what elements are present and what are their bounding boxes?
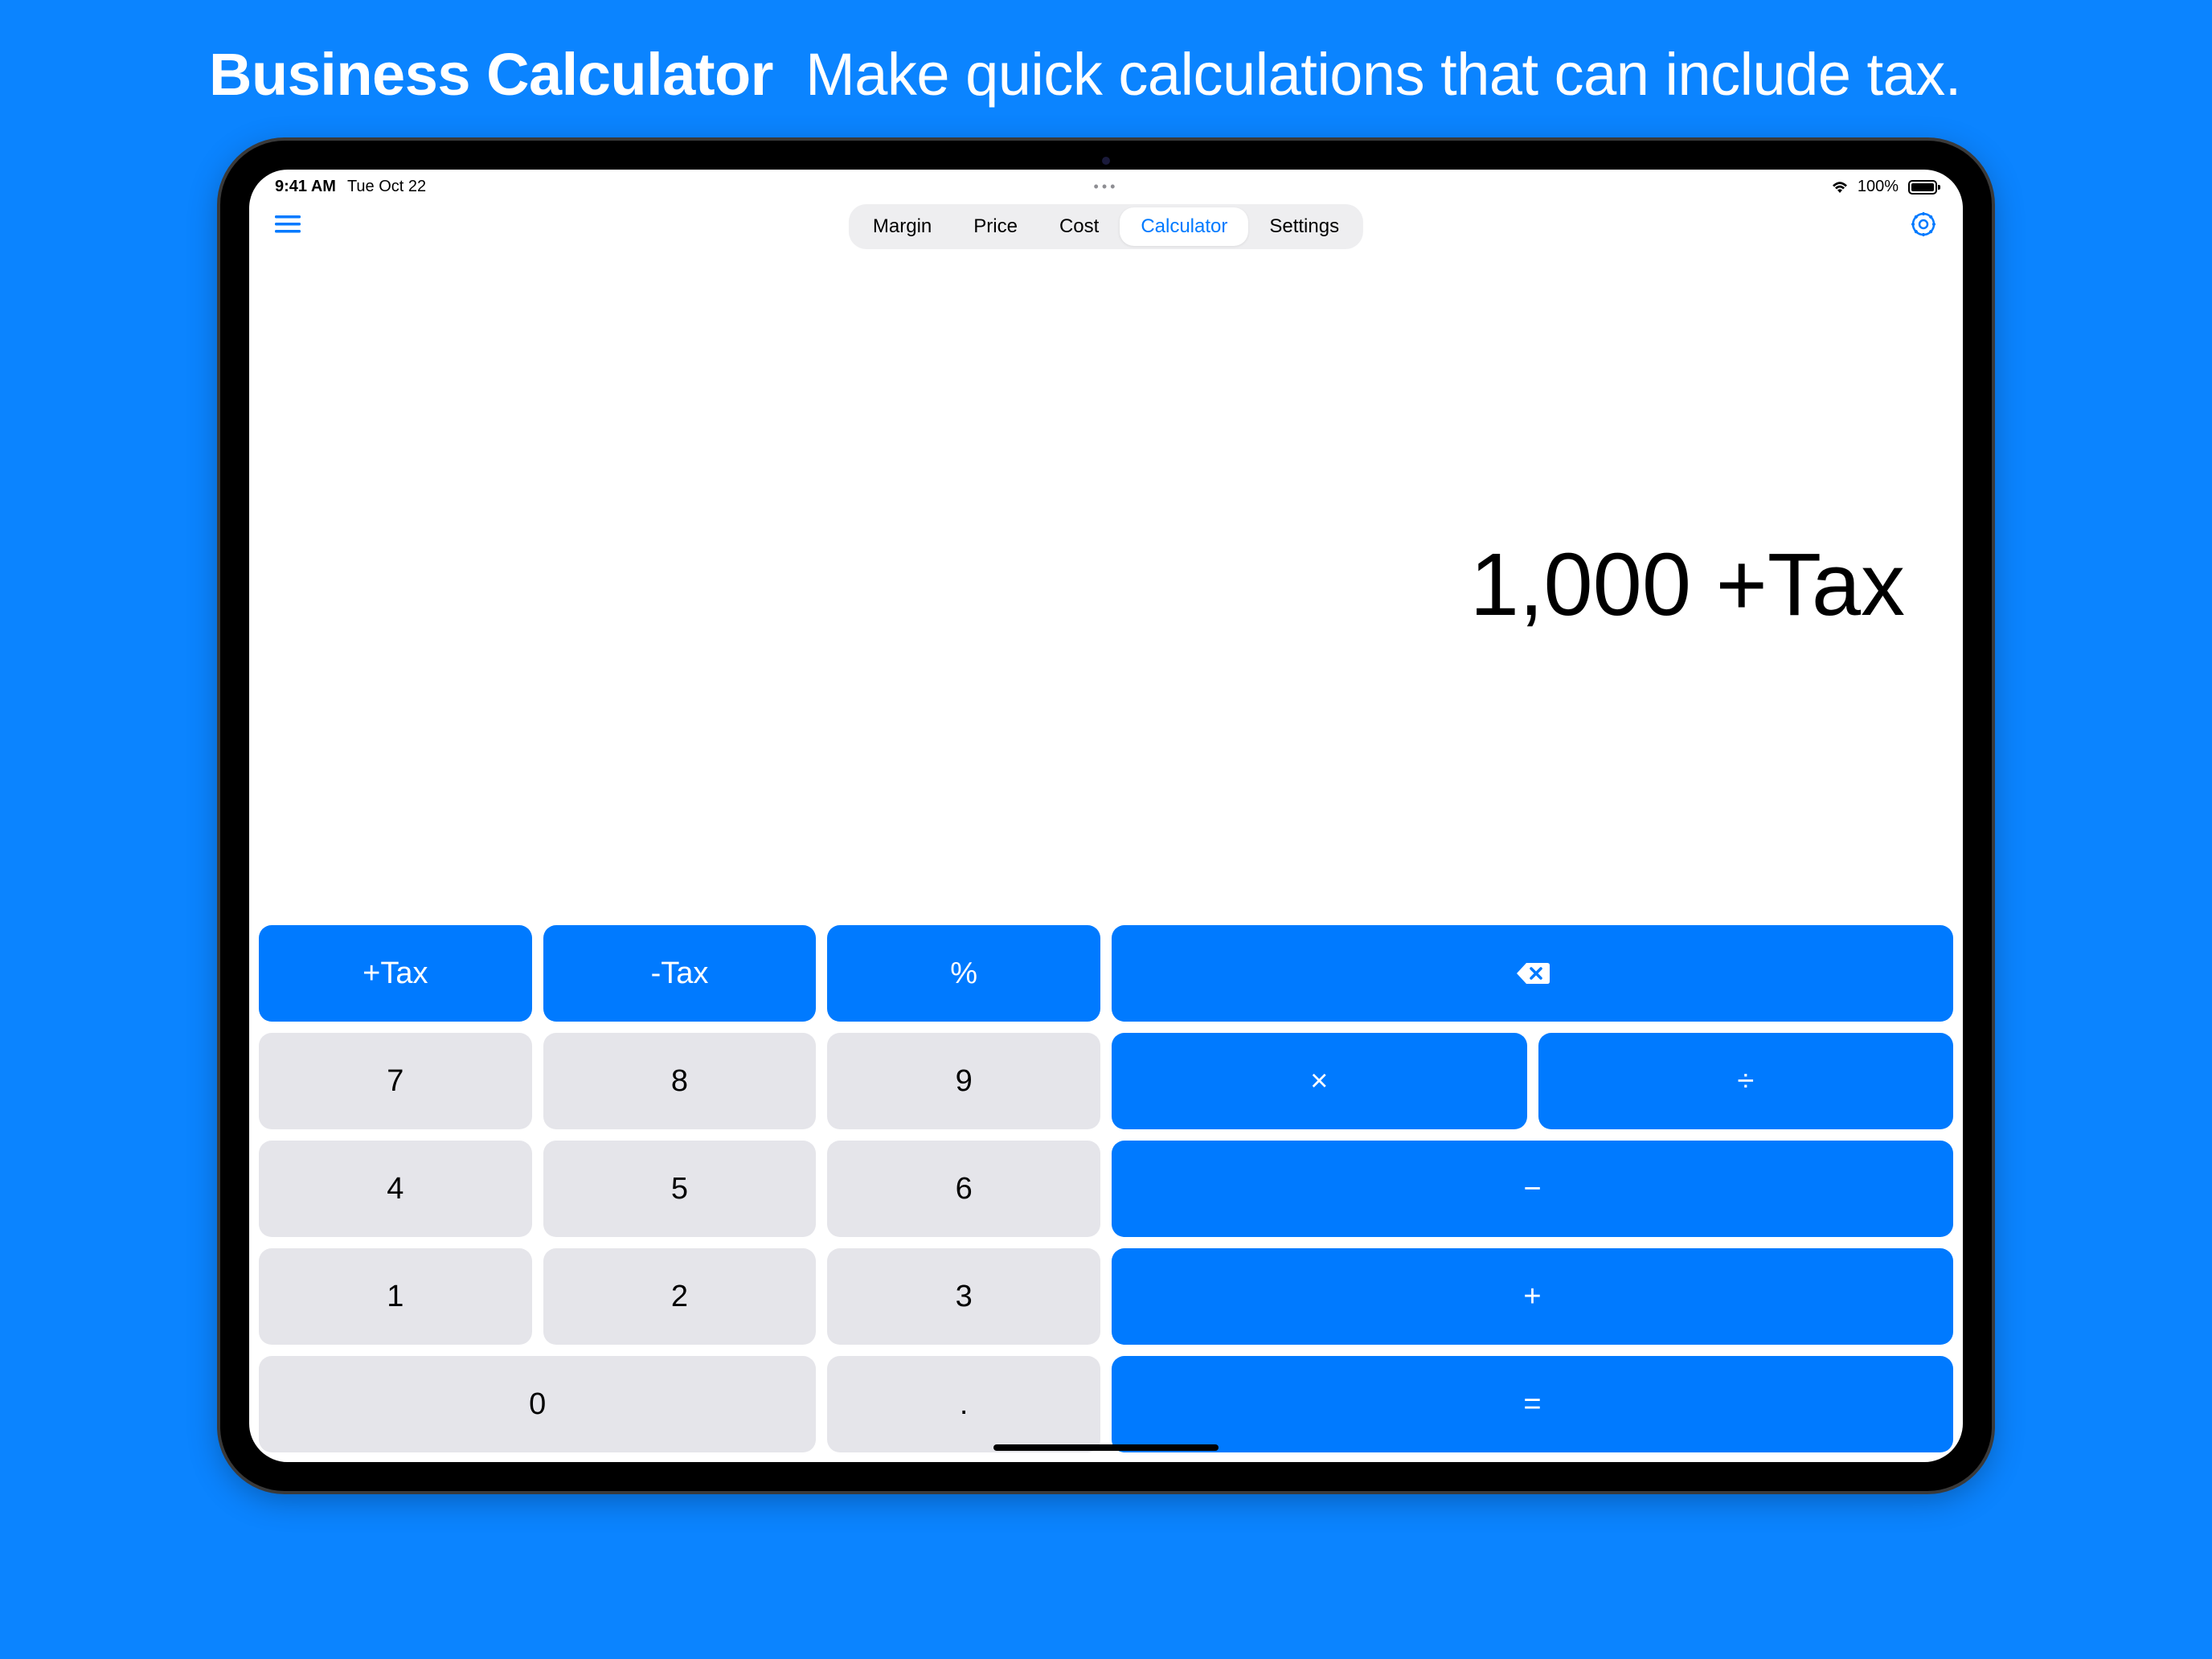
gear-icon[interactable] (1910, 211, 1937, 242)
percent-button[interactable]: % (827, 925, 1100, 1022)
home-indicator[interactable] (993, 1444, 1219, 1451)
decimal-button[interactable]: . (827, 1356, 1100, 1452)
promo-subtitle: Make quick calculations that can include… (805, 41, 1961, 108)
tab-calculator[interactable]: Calculator (1120, 207, 1248, 246)
nav-bar: Margin Price Cost Calculator Settings (249, 199, 1963, 253)
multiply-button[interactable]: × (1112, 1033, 1527, 1129)
backspace-icon (1515, 961, 1550, 986)
status-date: Tue Oct 22 (347, 178, 426, 196)
keypad: +Tax -Tax % 7 8 9 4 5 6 1 2 3 0 . (249, 916, 1963, 1462)
two-button[interactable]: 2 (543, 1248, 817, 1345)
promo-heading: Business Calculator Make quick calculati… (0, 0, 2212, 125)
three-button[interactable]: 3 (827, 1248, 1100, 1345)
ipad-frame: 9:41 AM Tue Oct 22 ••• 100% (220, 141, 1992, 1491)
zero-button[interactable]: 0 (259, 1356, 816, 1452)
eight-button[interactable]: 8 (543, 1033, 817, 1129)
tab-cost[interactable]: Cost (1038, 207, 1120, 246)
battery-icon (1908, 180, 1937, 195)
one-button[interactable]: 1 (259, 1248, 532, 1345)
six-button[interactable]: 6 (827, 1141, 1100, 1237)
plus-button[interactable]: + (1112, 1248, 1953, 1345)
status-bar: 9:41 AM Tue Oct 22 ••• 100% (249, 170, 1963, 199)
multitask-dots[interactable]: ••• (1094, 178, 1119, 195)
segmented-control: Margin Price Cost Calculator Settings (849, 204, 1363, 249)
nine-button[interactable]: 9 (827, 1033, 1100, 1129)
equals-button[interactable]: = (1112, 1356, 1953, 1452)
menu-icon[interactable] (275, 213, 304, 240)
divide-button[interactable]: ÷ (1538, 1033, 1954, 1129)
screen: 9:41 AM Tue Oct 22 ••• 100% (249, 170, 1963, 1462)
battery-percent: 100% (1858, 178, 1899, 196)
calculator-display: 1,000 +Tax (249, 253, 1963, 916)
minus-button[interactable]: − (1112, 1141, 1953, 1237)
tab-settings[interactable]: Settings (1248, 207, 1360, 246)
sub-tax-button[interactable]: -Tax (543, 925, 817, 1022)
backspace-button[interactable] (1112, 925, 1953, 1022)
four-button[interactable]: 4 (259, 1141, 532, 1237)
tab-price[interactable]: Price (952, 207, 1038, 246)
status-time: 9:41 AM (275, 178, 336, 196)
promo-title: Business Calculator (209, 41, 773, 108)
tab-margin[interactable]: Margin (852, 207, 952, 246)
five-button[interactable]: 5 (543, 1141, 817, 1237)
wifi-icon (1830, 180, 1849, 195)
seven-button[interactable]: 7 (259, 1033, 532, 1129)
add-tax-button[interactable]: +Tax (259, 925, 532, 1022)
